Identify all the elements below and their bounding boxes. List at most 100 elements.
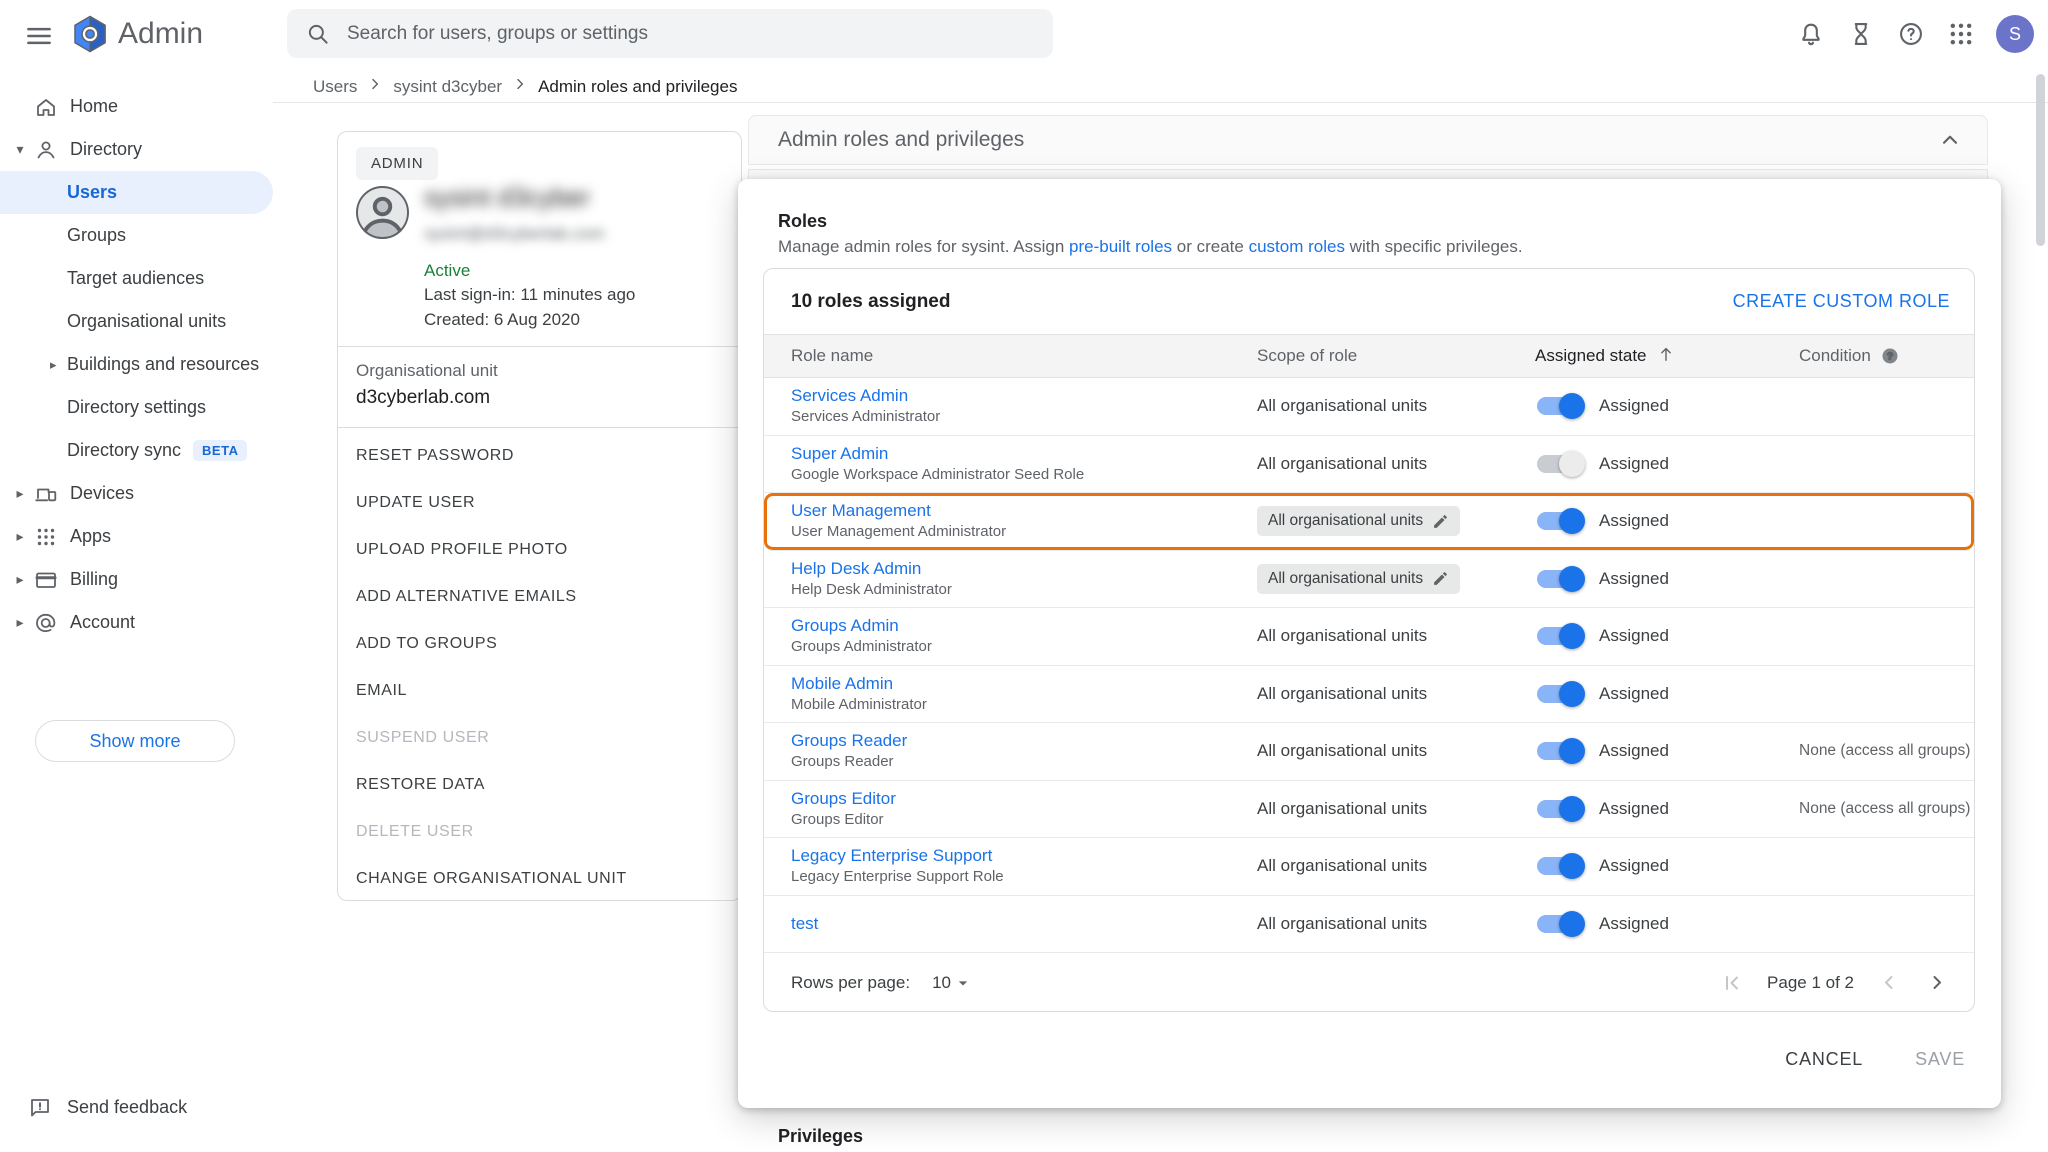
column-condition-label: Condition [1799,346,1871,366]
role-name-link[interactable]: Mobile Admin [791,674,893,694]
scope-chip-editable[interactable]: All organisational units [1257,506,1460,536]
scope-cell: All organisational units [1257,838,1527,895]
role-name-link[interactable]: Super Admin [791,444,888,464]
role-name-link[interactable]: Groups Reader [791,731,907,751]
sidebar-item-target-audiences[interactable]: Target audiences [0,257,273,300]
chevron-right-icon[interactable]: ▸ [10,571,30,588]
sidebar-item-directory-sync[interactable]: Directory syncBETA [0,429,273,472]
section-title: Admin roles and privileges [778,128,1024,152]
cancel-button[interactable]: CANCEL [1785,1049,1863,1070]
assigned-toggle[interactable] [1537,857,1583,875]
role-name-link[interactable]: User Management [791,501,931,521]
breadcrumb-users[interactable]: Users [313,77,357,97]
role-name-link[interactable]: test [791,914,818,934]
sidebar-item-buildings-and-resources[interactable]: ▸Buildings and resources [0,343,273,386]
toggle-knob [1559,623,1585,649]
chevron-right-icon[interactable]: ▸ [50,357,67,373]
apps-grid-icon[interactable] [1946,19,1976,49]
sidebar-item-account[interactable]: ▸Account [0,601,273,644]
role-name-link[interactable]: Services Admin [791,386,908,406]
assigned-label: Assigned [1599,684,1669,704]
email-button[interactable]: EMAIL [356,667,627,714]
assigned-toggle[interactable] [1537,915,1583,933]
pre-built-roles-link[interactable]: pre-built roles [1069,237,1172,256]
rows-per-page-select[interactable]: 10 [932,973,973,993]
sidebar-item-label: Target audiences [67,268,204,289]
role-subtitle: Mobile Administrator [791,696,927,714]
chevron-up-icon[interactable] [1937,127,1963,153]
role-name-cell: Super AdminGoogle Workspace Administrato… [791,436,1241,493]
chevron-right-icon[interactable]: ▸ [10,528,30,545]
assigned-toggle[interactable] [1537,800,1583,818]
sidebar-item-directory[interactable]: ▾Directory [0,128,273,171]
user-email-blurred: sysint@d3cyberlab.com [424,224,605,244]
send-feedback-button[interactable]: Send feedback [0,1086,273,1129]
next-page-button[interactable] [1924,970,1950,996]
apps-icon [34,525,58,549]
role-name-link[interactable]: Legacy Enterprise Support [791,846,992,866]
column-assigned-state[interactable]: Assigned state [1535,335,1676,377]
sidebar-item-apps[interactable]: ▸ Apps [0,515,273,558]
dropdown-arrow-icon [953,973,973,993]
scrollbar-thumb[interactable] [2036,74,2045,246]
assigned-toggle-disabled [1537,455,1583,473]
role-name-link[interactable]: Groups Editor [791,789,896,809]
chevron-right-icon[interactable]: ▸ [10,485,30,502]
sidebar-item-label: Apps [70,526,111,547]
admin-roles-section-header[interactable]: Admin roles and privileges [748,115,1988,165]
sidebar-item-groups[interactable]: Groups [0,214,273,257]
breadcrumb-user[interactable]: sysint d3cyber [393,77,502,97]
sidebar-item-users[interactable]: Users [0,171,273,214]
assigned-toggle[interactable] [1537,512,1583,530]
help-circle-icon[interactable]: ? [1880,346,1900,366]
sidebar-item-billing[interactable]: ▸ Billing [0,558,273,601]
assigned-state-cell: Assigned [1537,896,1797,953]
custom-roles-link[interactable]: custom roles [1249,237,1345,256]
add-to-groups-button[interactable]: ADD TO GROUPS [356,620,627,667]
sidebar-item-organisational-units[interactable]: Organisational units [0,300,273,343]
assigned-toggle[interactable] [1537,627,1583,645]
assigned-toggle[interactable] [1537,742,1583,760]
assigned-toggle[interactable] [1537,570,1583,588]
toggle-knob [1559,738,1585,764]
help-icon[interactable] [1896,19,1926,49]
header-divider [273,102,2048,103]
update-user-button[interactable]: UPDATE USER [356,479,627,526]
account-avatar[interactable]: S [1996,15,2034,53]
breadcrumb: Users sysint d3cyber Admin roles and pri… [313,76,737,97]
change-organisational-unit-button[interactable]: CHANGE ORGANISATIONAL UNIT [356,855,627,902]
scope-value: All organisational units [1257,626,1427,646]
assigned-toggle[interactable] [1537,397,1583,415]
assigned-toggle[interactable] [1537,685,1583,703]
reset-password-button[interactable]: RESET PASSWORD [356,432,627,479]
sidebar-item-label: Organisational units [67,311,226,332]
suspend-user-button: SUSPEND USER [356,714,627,761]
search-bar[interactable] [287,9,1053,58]
assigned-label: Assigned [1599,626,1669,646]
role-name-cell: Help Desk AdminHelp Desk Administrator [791,551,1241,608]
restore-data-button[interactable]: RESTORE DATA [356,761,627,808]
sidebar-item-devices[interactable]: ▸Devices [0,472,273,515]
upload-profile-photo-button[interactable]: UPLOAD PROFILE PHOTO [356,526,627,573]
sidebar-item-directory-settings[interactable]: Directory settings [0,386,273,429]
role-name-link[interactable]: Help Desk Admin [791,559,921,579]
created-date: Created: 6 Aug 2020 [424,310,580,330]
hourglass-icon[interactable] [1846,19,1876,49]
chevron-down-icon[interactable]: ▾ [10,141,30,158]
chevron-right-icon[interactable]: ▸ [10,614,30,631]
notifications-icon[interactable] [1796,19,1826,49]
search-input[interactable] [347,23,987,45]
role-name-link[interactable]: Groups Admin [791,616,899,636]
scope-value: All organisational units [1257,914,1427,934]
create-custom-role-button[interactable]: CREATE CUSTOM ROLE [1733,291,1950,312]
scope-chip-editable[interactable]: All organisational units [1257,564,1460,594]
sidebar-item-label: Billing [70,569,118,590]
menu-icon[interactable] [24,21,54,47]
show-more-button[interactable]: Show more [35,720,235,762]
toggle-knob [1559,393,1585,419]
sidebar-item-home[interactable]: Home [0,85,273,128]
role-row-groups-admin: Groups AdminGroups AdministratorAll orga… [764,608,1974,666]
add-alternative-emails-button[interactable]: ADD ALTERNATIVE EMAILS [356,573,627,620]
assigned-label: Assigned [1599,569,1669,589]
assigned-state-cell: Assigned [1537,608,1797,665]
